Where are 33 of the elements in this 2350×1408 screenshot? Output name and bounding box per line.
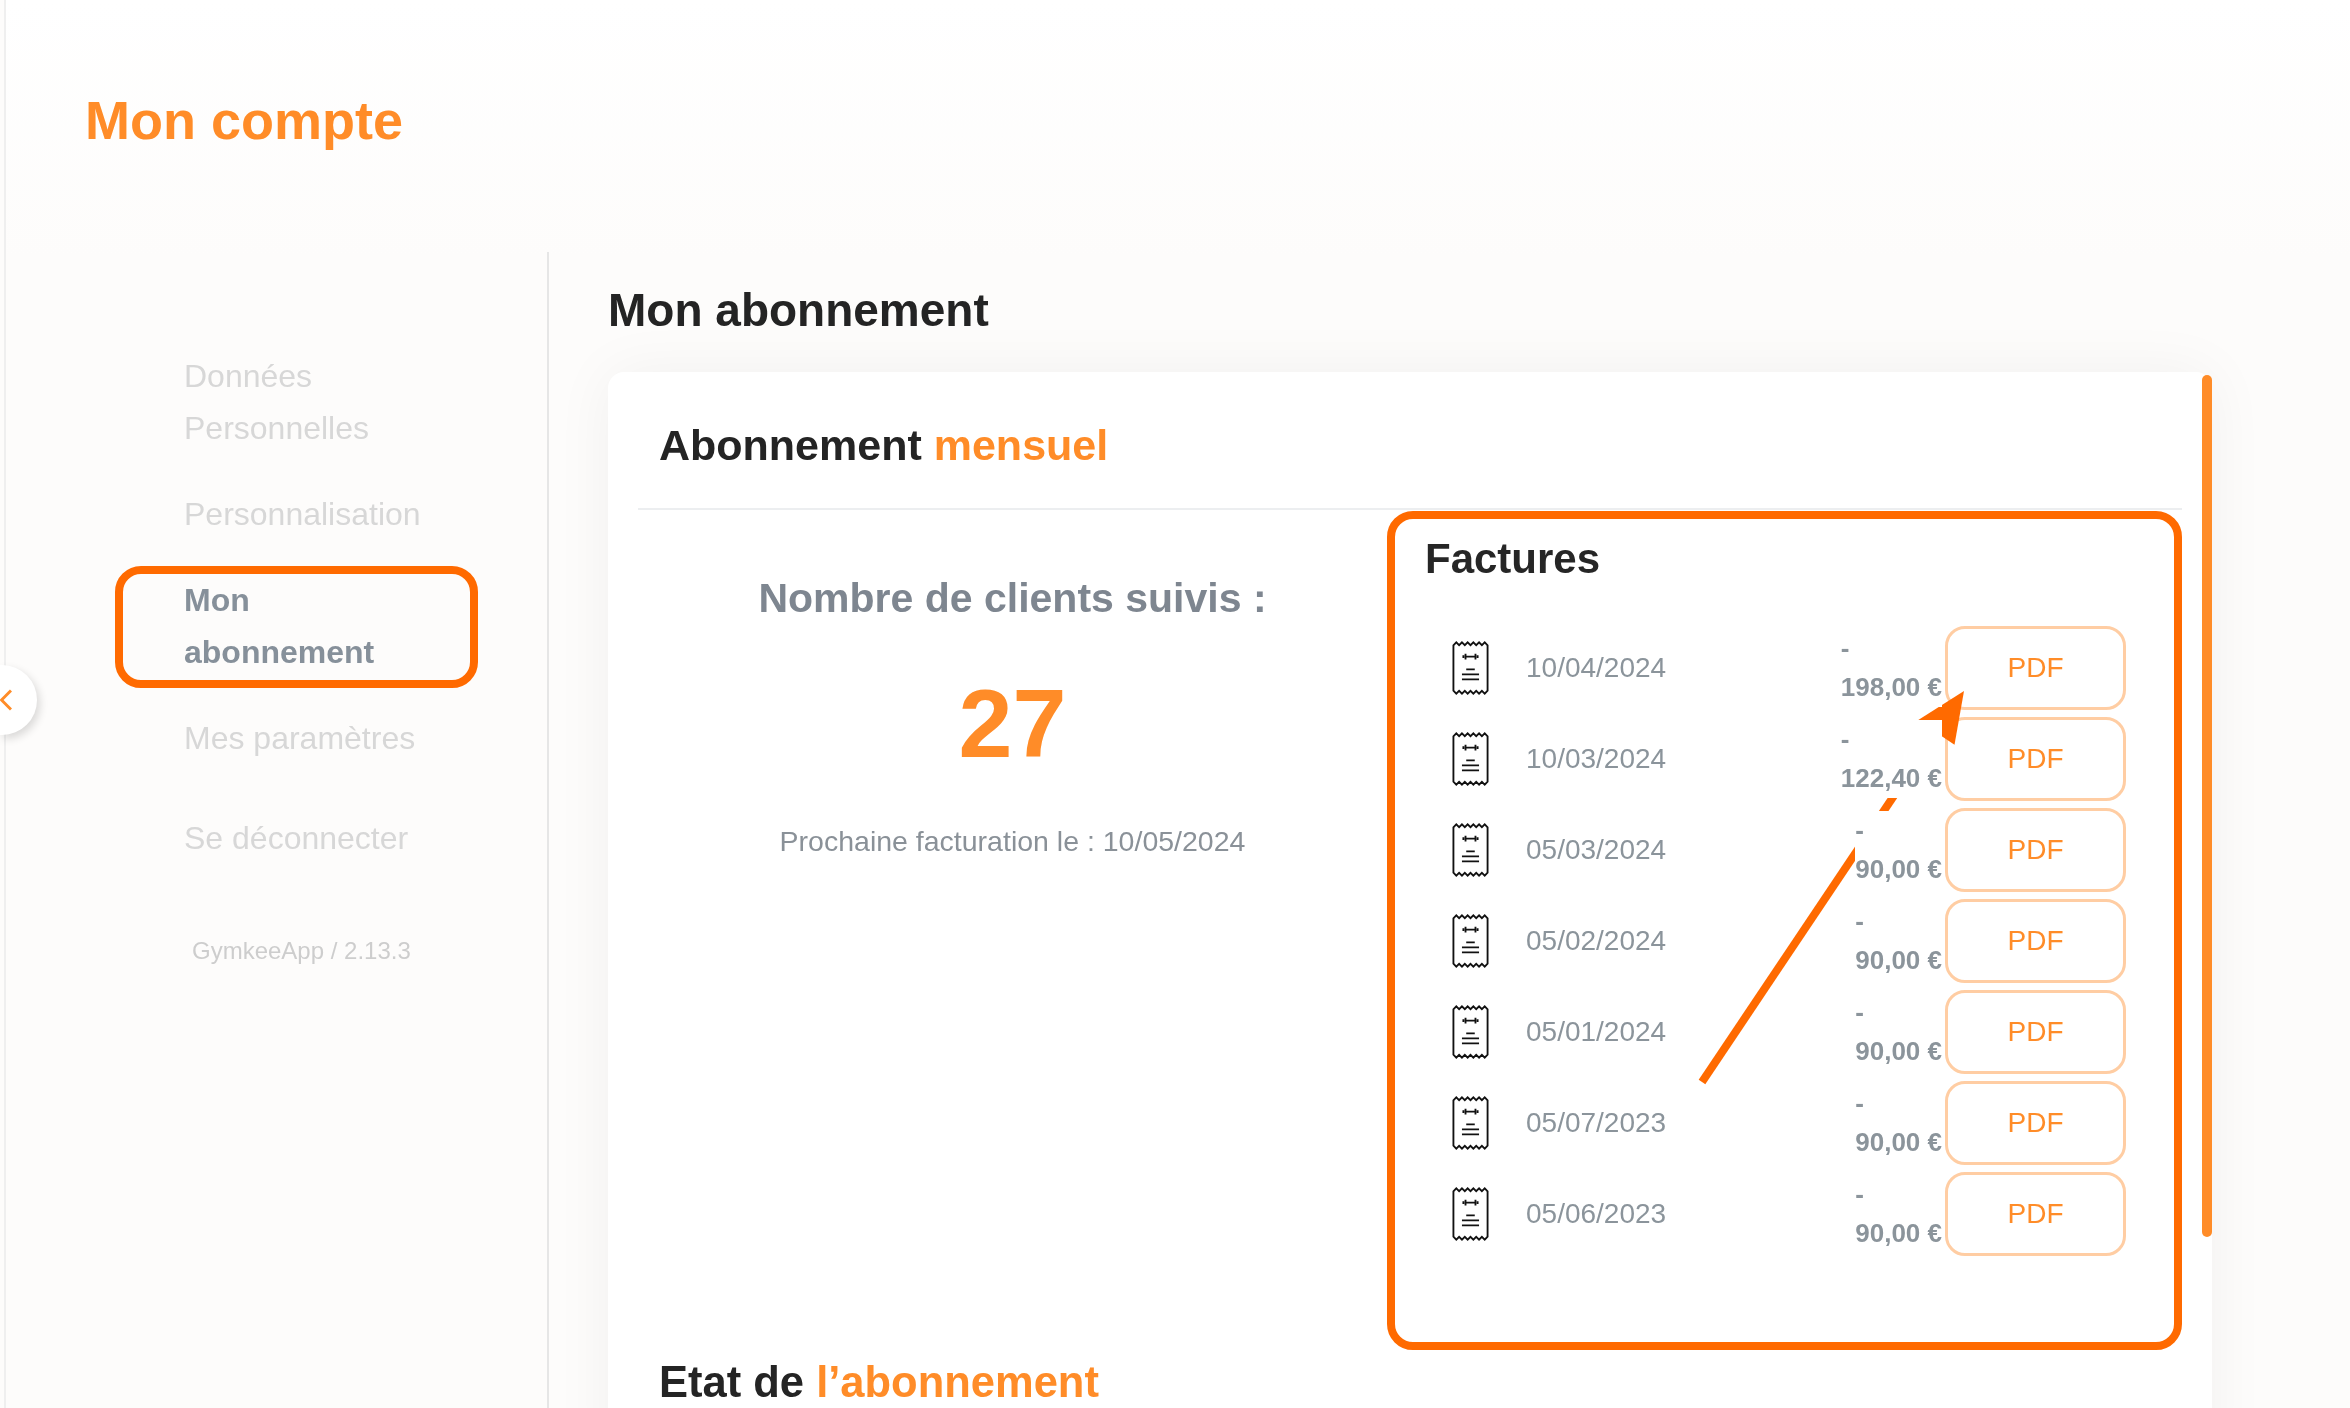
clients-count: 27	[958, 669, 1067, 779]
pdf-button[interactable]: PDF	[1945, 990, 2126, 1074]
receipt-icon	[1452, 732, 1489, 786]
card-title: Abonnement mensuel	[659, 420, 1109, 471]
invoice-date: 05/06/2023	[1526, 1198, 1667, 1230]
pdf-button[interactable]: PDF	[1945, 899, 2126, 983]
clients-label: Nombre de clients suivis :	[758, 574, 1267, 622]
pdf-button[interactable]: PDF	[1945, 808, 2126, 892]
pdf-button[interactable]: PDF	[1945, 626, 2126, 710]
page-title: Mon compte	[85, 89, 403, 151]
status-title: Etat de l’abonnement	[659, 1358, 1099, 1406]
receipt-icon	[1452, 1005, 1489, 1059]
pdf-button[interactable]: PDF	[1945, 717, 2126, 801]
receipt-icon	[1452, 914, 1489, 968]
invoice-date: 05/01/2024	[1526, 1016, 1667, 1048]
pdf-button[interactable]: PDF	[1945, 1081, 2126, 1165]
scrollbar-thumb[interactable]	[2202, 375, 2212, 1237]
receipt-icon	[1452, 823, 1489, 877]
invoice-date: 05/07/2023	[1526, 1107, 1667, 1139]
receipt-icon	[1452, 641, 1489, 695]
invoice-date: 10/03/2024	[1526, 743, 1667, 775]
receipt-icon	[1452, 1096, 1489, 1150]
invoice-date: 10/04/2024	[1526, 652, 1667, 684]
pdf-button[interactable]: PDF	[1945, 1172, 2126, 1256]
sidebar-item[interactable]: Mon abonnement	[115, 566, 478, 688]
invoices-title: Factures	[1425, 534, 1601, 584]
next-billing-text: Prochaine facturation le : 10/05/2024	[779, 824, 1246, 858]
chevron-left-icon	[0, 689, 12, 711]
receipt-icon	[1452, 1187, 1489, 1241]
invoice-date: 05/03/2024	[1526, 834, 1667, 866]
invoice-date: 05/02/2024	[1526, 925, 1667, 957]
invoice-amount: - 122,40 €	[1840, 720, 1942, 798]
section-heading: Mon abonnement	[608, 283, 989, 337]
